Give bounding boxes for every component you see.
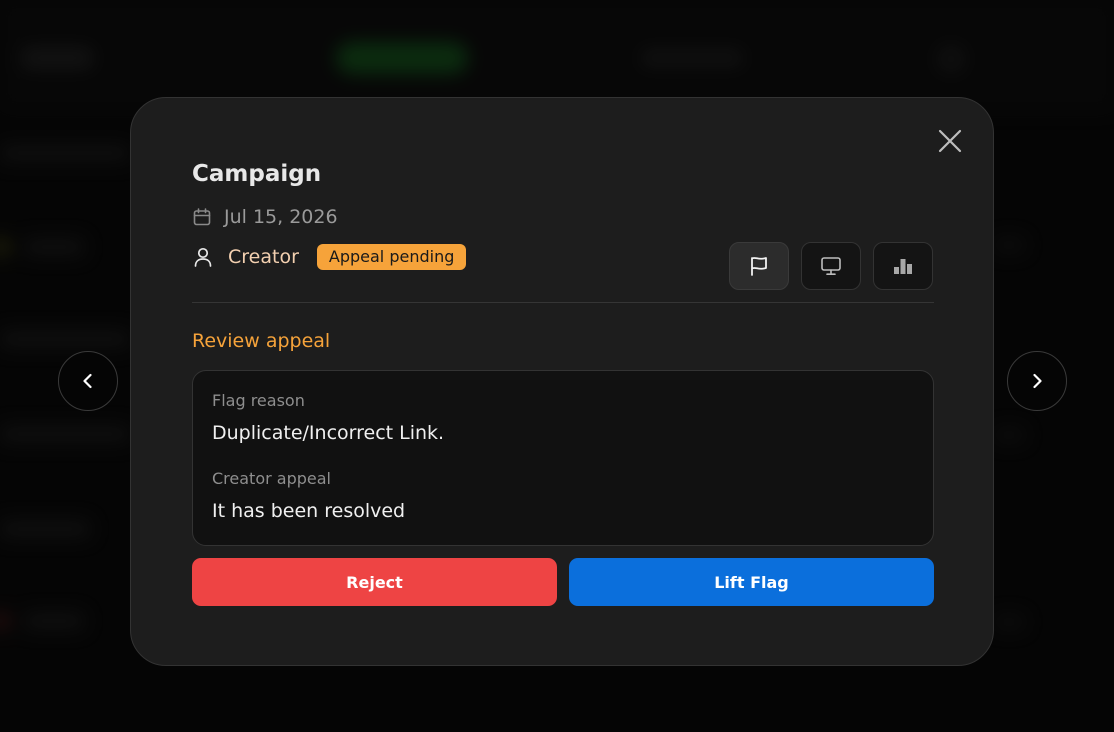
status-badge: Appeal pending <box>316 244 467 270</box>
campaign-title: Campaign <box>192 161 322 187</box>
monitor-icon <box>821 257 841 275</box>
chevron-right-icon <box>1033 373 1042 389</box>
preview-view-button[interactable] <box>801 242 861 290</box>
campaign-date: Jul 15, 2026 <box>224 206 338 228</box>
flag-reason-value: Duplicate/Incorrect Link. <box>212 422 445 444</box>
view-toggle-group <box>729 242 933 290</box>
creator-appeal-label: Creator appeal <box>212 469 331 488</box>
divider <box>192 302 934 303</box>
reject-button[interactable]: Reject <box>192 558 557 606</box>
close-button[interactable] <box>935 126 965 156</box>
creator-appeal-value: It has been resolved <box>212 500 406 522</box>
screen: Campaign Jul 15, 2026 Creator Appeal pen… <box>0 0 1114 732</box>
creator-label: Creator <box>228 246 299 268</box>
flag-view-button[interactable] <box>729 242 789 290</box>
next-button[interactable] <box>1007 351 1067 411</box>
calendar-icon <box>193 208 211 226</box>
creator-row: Creator Appeal pending <box>192 244 467 270</box>
bar-chart-icon <box>894 259 912 274</box>
section-title: Review appeal <box>192 330 331 352</box>
flag-reason-label: Flag reason <box>212 391 305 410</box>
previous-button[interactable] <box>58 351 118 411</box>
close-icon <box>938 129 962 153</box>
chevron-left-icon <box>83 373 92 389</box>
date-row: Jul 15, 2026 <box>192 206 338 228</box>
lift-flag-button[interactable]: Lift Flag <box>569 558 934 606</box>
stats-view-button[interactable] <box>873 242 933 290</box>
flag-icon <box>751 257 767 276</box>
user-icon <box>194 247 212 267</box>
review-appeal-modal: Campaign Jul 15, 2026 Creator Appeal pen… <box>130 97 994 666</box>
appeal-details-box: Flag reason Duplicate/Incorrect Link. Cr… <box>192 370 934 546</box>
